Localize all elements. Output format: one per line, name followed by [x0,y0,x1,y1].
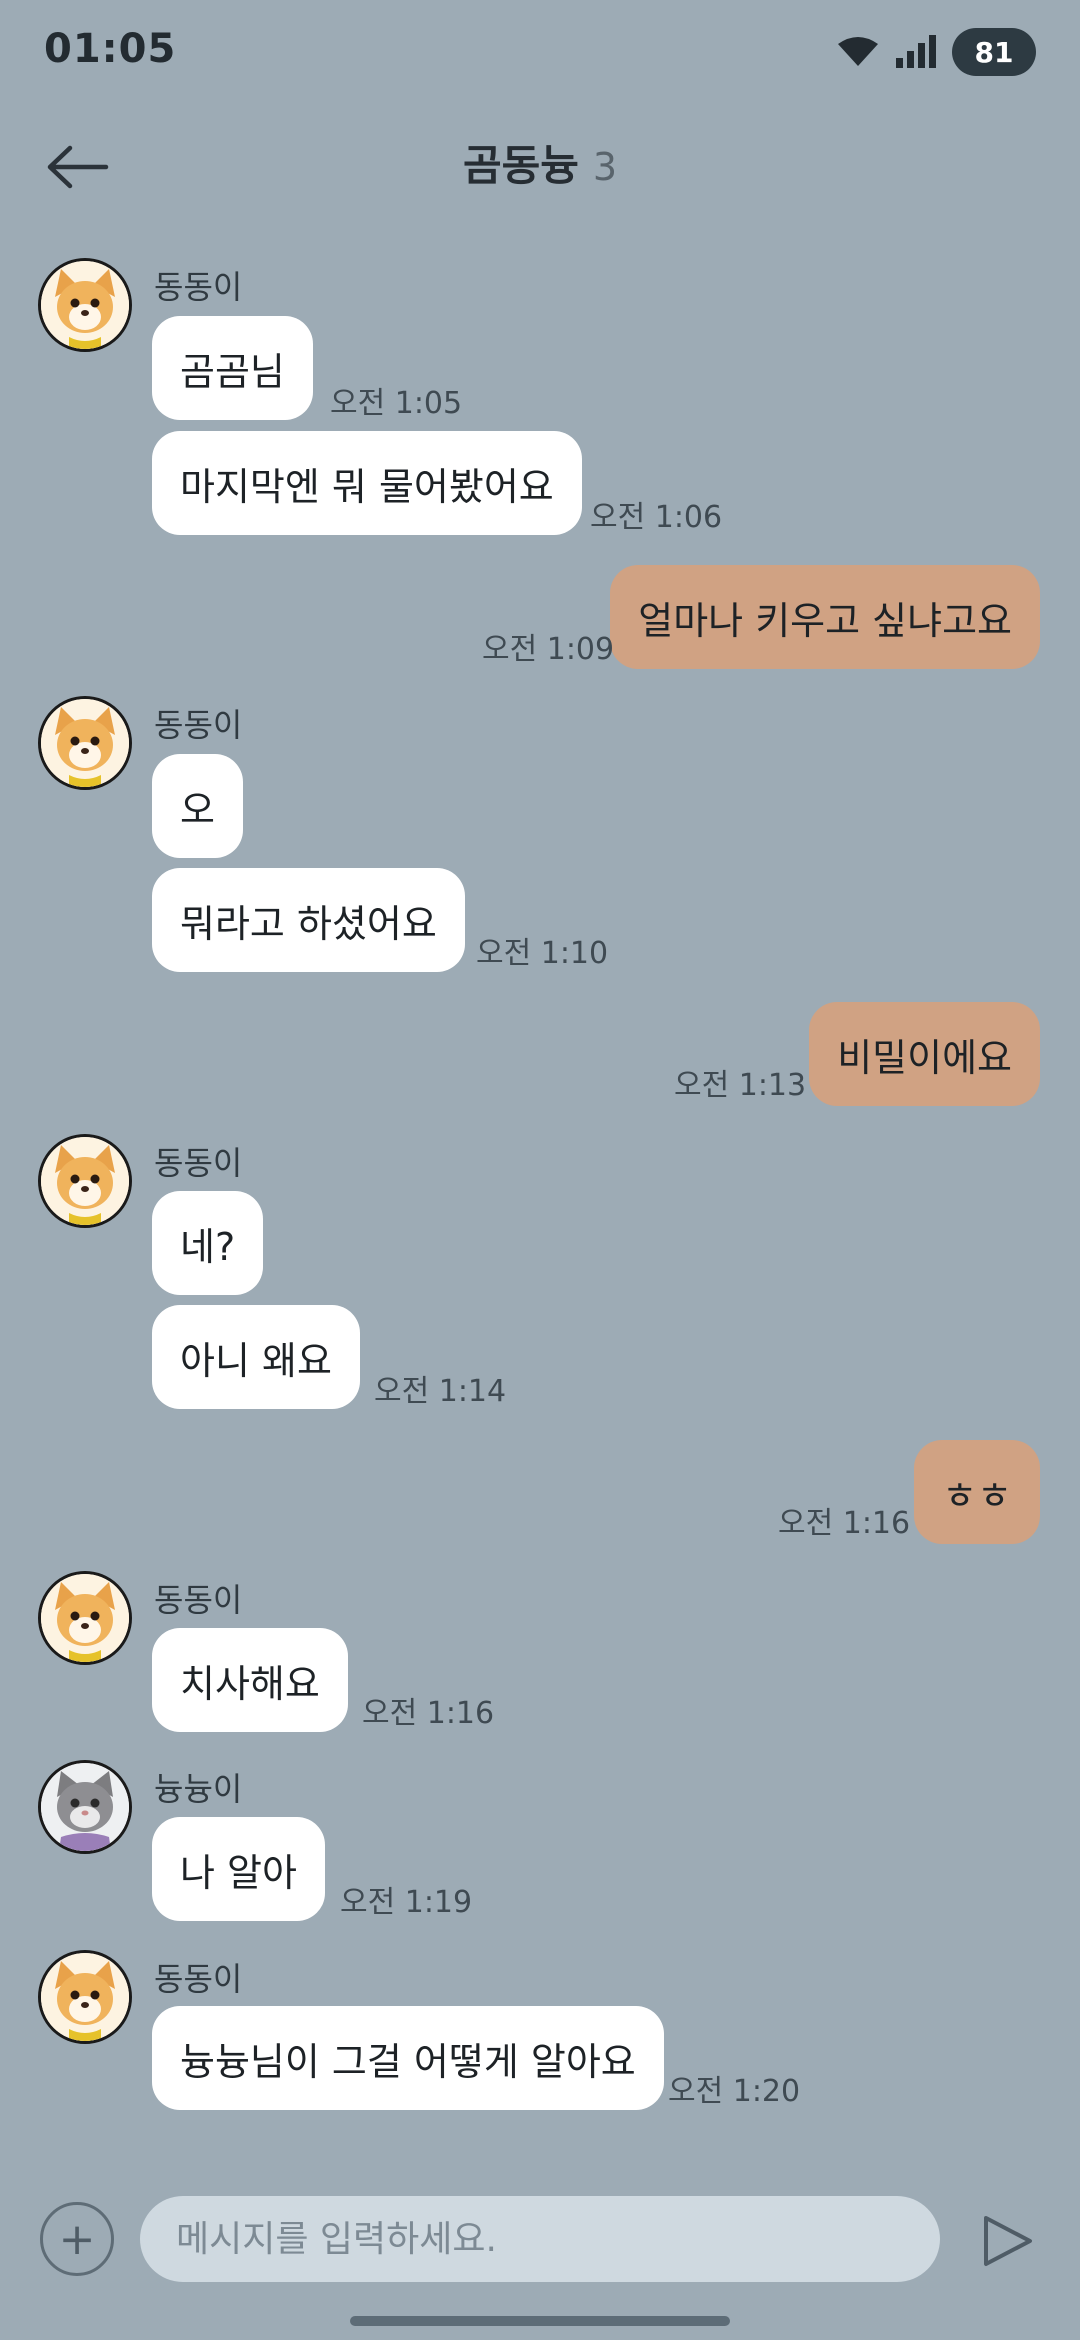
dog-avatar[interactable] [38,258,132,352]
my-message-bubble[interactable]: ㅎㅎ [914,1440,1040,1544]
dog-avatar[interactable] [38,1950,132,2044]
message-time: 오전 1:19 [340,1885,473,1920]
message-time: 오전 1:06 [590,500,723,535]
send-icon[interactable] [972,2206,1042,2276]
dog-face-icon [41,1574,129,1662]
home-indicator[interactable] [350,2316,730,2326]
message-bubble[interactable]: 치사해요 [152,1628,348,1732]
message-time: 오전 1:16 [362,1696,495,1731]
plus-icon: + [58,2213,96,2265]
message-bubble[interactable]: 오 [152,754,243,858]
battery-indicator: 81 [952,28,1036,76]
message-time: 오전 1:09 [482,632,615,667]
cat-face-icon [41,1763,129,1851]
message-bubble[interactable]: 아니 왜요 [152,1305,360,1409]
wifi-icon [838,37,878,66]
message-bubble[interactable]: 네? [152,1191,264,1295]
member-count: 3 [592,145,618,189]
message-input[interactable] [140,2196,940,2282]
dog-face-icon [41,1137,129,1225]
message-time: 오전 1:13 [674,1068,807,1103]
status-icons: 81 [836,28,1036,76]
sender-name: 동동이 [154,1144,243,1182]
dog-face-icon [41,699,129,787]
signal-icon [896,35,936,68]
cat-avatar[interactable] [38,1760,132,1854]
message-time: 오전 1:10 [476,936,609,971]
message-time: 오전 1:14 [374,1374,507,1409]
sender-name: 동동이 [154,1960,243,1998]
message-input-bar: + [0,2180,1080,2300]
message-time: 오전 1:16 [778,1506,911,1541]
message-time: 오전 1:05 [330,386,463,421]
message-bubble[interactable]: 마지막엔 뭐 물어봤어요 [152,431,582,535]
chat-title: 곰동늉 [462,141,579,190]
sender-name: 늉늉이 [154,1770,243,1808]
sender-name: 동동이 [154,706,243,744]
sender-name: 동동이 [154,1581,243,1619]
dog-face-icon [41,261,129,349]
dog-avatar[interactable] [38,696,132,790]
dog-face-icon [41,1953,129,2041]
message-bubble[interactable]: 뭐라고 하셨어요 [152,868,465,972]
my-message-bubble[interactable]: 얼마나 키우고 싶냐고요 [610,565,1040,669]
dog-avatar[interactable] [38,1571,132,1665]
chat-header: 곰동늉 3 [0,110,1080,220]
title-wrap: 곰동늉 3 [0,132,1080,193]
message-time: 오전 1:20 [668,2074,801,2109]
dog-avatar[interactable] [38,1134,132,1228]
message-bubble[interactable]: 늉늉님이 그걸 어떻게 알아요 [152,2006,664,2110]
sender-name: 동동이 [154,268,243,306]
my-message-bubble[interactable]: 비밀이에요 [809,1002,1040,1106]
add-attachment-button[interactable]: + [40,2202,114,2276]
status-time: 01:05 [44,26,177,72]
message-bubble[interactable]: 나 알아 [152,1817,325,1921]
status-bar: 01:05 81 [0,0,1080,100]
message-bubble[interactable]: 곰곰님 [152,316,313,420]
